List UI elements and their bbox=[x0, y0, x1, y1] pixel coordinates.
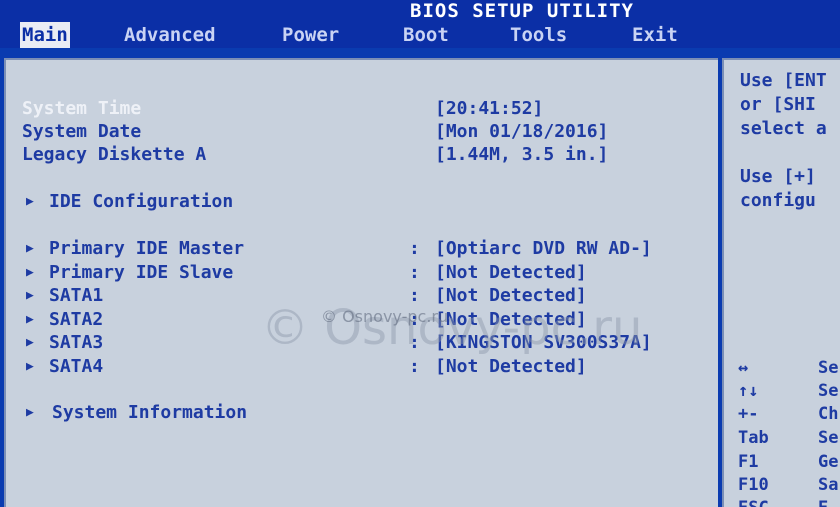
key-description: Sa bbox=[818, 475, 839, 495]
submenu-arrow-icon: ▶ bbox=[26, 312, 34, 327]
watermark: © Osnovy-pc.ru bbox=[261, 300, 643, 356]
plus-minus-key: +- bbox=[738, 404, 759, 424]
submenu-value: [Not Detected] bbox=[435, 356, 587, 377]
menu-boot[interactable]: Boot bbox=[403, 22, 449, 48]
esc-key: ESC bbox=[738, 498, 769, 507]
menu-tools[interactable]: Tools bbox=[510, 22, 567, 48]
submenu-label: SATA1 bbox=[49, 285, 104, 306]
key-description: E bbox=[818, 498, 828, 507]
help-text-line: Use [+] bbox=[740, 166, 816, 187]
submenu-label: Primary IDE Master bbox=[49, 238, 245, 259]
setting-value[interactable]: [1.44M, 3.5 in.] bbox=[435, 144, 608, 166]
submenu-arrow-icon: ▶ bbox=[26, 405, 34, 420]
help-text-line: or [SHI bbox=[740, 94, 816, 115]
separator-colon: : bbox=[409, 238, 420, 259]
menu-power[interactable]: Power bbox=[282, 22, 339, 48]
setting-label: System Time bbox=[22, 98, 142, 119]
submenu-arrow-icon: ▶ bbox=[26, 194, 34, 209]
separator-colon: : bbox=[409, 356, 420, 377]
menu-bar: Main Advanced Power Boot Tools Exit bbox=[0, 22, 840, 48]
f1-key: F1 bbox=[738, 452, 759, 472]
submenu-label: System Information bbox=[52, 402, 248, 423]
key-description: Se bbox=[818, 358, 839, 378]
help-text-line: select a bbox=[740, 118, 827, 139]
menu-advanced[interactable]: Advanced bbox=[124, 22, 216, 48]
menu-main[interactable]: Main bbox=[20, 22, 70, 48]
submenu-arrow-icon: ▶ bbox=[26, 359, 34, 374]
setting-label: System Date bbox=[22, 121, 142, 142]
help-panel: Use [ENT or [SHI select a Use [+] config… bbox=[722, 58, 840, 507]
title-bar: BIOS SETUP UTILITY bbox=[0, 0, 840, 22]
separator-colon: : bbox=[409, 262, 420, 283]
watermark-small: © Osnovy-pc.ru bbox=[321, 307, 449, 326]
key-description: Ch bbox=[818, 404, 839, 424]
key-description: Ge bbox=[818, 452, 839, 472]
menu-exit[interactable]: Exit bbox=[632, 22, 678, 48]
submenu-value: [Not Detected] bbox=[435, 262, 587, 283]
left-right-arrows-icon: ↔ bbox=[738, 358, 749, 378]
submenu-value: [Optiarc DVD RW AD-] bbox=[435, 238, 652, 259]
submenu-arrow-icon: ▶ bbox=[26, 335, 34, 350]
help-text-line: Use [ENT bbox=[740, 70, 827, 91]
submenu-label: IDE Configuration bbox=[49, 191, 234, 212]
setting-label: Legacy Diskette A bbox=[22, 144, 207, 165]
help-text-line: configu bbox=[740, 190, 816, 211]
submenu-label: SATA2 bbox=[49, 309, 104, 330]
submenu-arrow-icon: ▶ bbox=[26, 241, 34, 256]
f10-key: F10 bbox=[738, 475, 769, 495]
key-description: Se bbox=[818, 381, 839, 401]
app-title: BIOS SETUP UTILITY bbox=[410, 0, 634, 22]
setting-value[interactable]: [Mon 01/18/2016] bbox=[435, 121, 608, 143]
key-description: Se bbox=[818, 428, 839, 448]
main-settings-panel: System Time [20:41:52] System Date [Mon … bbox=[4, 58, 718, 507]
submenu-label: Primary IDE Slave bbox=[49, 262, 234, 283]
submenu-arrow-icon: ▶ bbox=[26, 288, 34, 303]
submenu-label: SATA3 bbox=[49, 332, 104, 353]
submenu-label: SATA4 bbox=[49, 356, 104, 377]
setting-value[interactable]: [20:41:52] bbox=[435, 98, 543, 120]
tab-key: Tab bbox=[738, 428, 769, 448]
submenu-arrow-icon: ▶ bbox=[26, 265, 34, 280]
up-down-arrows-icon: ↑↓ bbox=[738, 381, 759, 401]
